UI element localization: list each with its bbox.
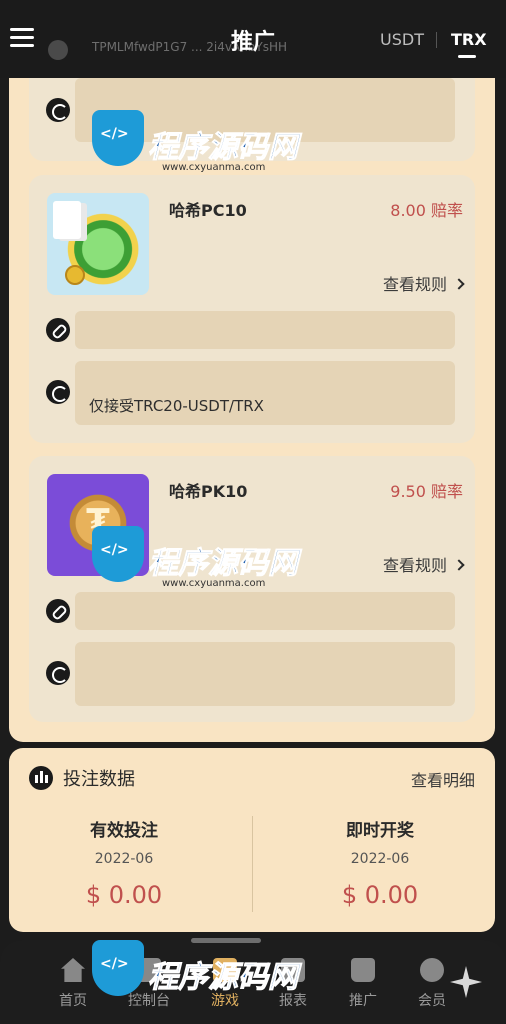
- coin-graphic: [65, 265, 85, 285]
- nav-label: 游戏: [211, 993, 239, 1009]
- wallet-address-field[interactable]: [75, 642, 455, 706]
- bar-chart-icon: [29, 766, 53, 790]
- page-title: 推广: [230, 30, 275, 55]
- stat-amount: $ 0.00: [85, 881, 163, 909]
- promotion-panel: 哈希PC10 8.00 赔率 查看规则 仅接受TRC20-USDT/TRX ₮ …: [9, 78, 495, 742]
- tab-usdt[interactable]: USDT: [380, 30, 424, 49]
- bag-icon: [351, 958, 375, 982]
- drag-handle[interactable]: [191, 938, 261, 943]
- game-card-partial: [29, 78, 475, 161]
- wallet-icon: [46, 98, 70, 122]
- view-details-link[interactable]: 查看明细: [411, 767, 475, 791]
- wallet-address-field[interactable]: [75, 78, 455, 142]
- chevron-right-icon: [453, 559, 465, 571]
- nav-label: 首页: [59, 993, 87, 1009]
- stat-amount: $ 0.00: [341, 881, 419, 909]
- playing-card-graphic: [53, 201, 81, 239]
- wallet-icon: [46, 380, 70, 404]
- promo-link-field[interactable]: [75, 311, 455, 349]
- person-icon: [420, 958, 444, 982]
- nav-item-console[interactable]: 控制台: [114, 958, 184, 1010]
- promo-link-field[interactable]: [75, 592, 455, 630]
- valid-bets-stat: 有效投注 2022-06 $ 0.00: [9, 816, 239, 909]
- instant-draw-stat: 即时开奖 2022-06 $ 0.00: [265, 816, 495, 909]
- game-name: 哈希PK10: [169, 482, 248, 501]
- chart-icon: [281, 958, 305, 982]
- nav-item-member[interactable]: 会员: [397, 958, 467, 1010]
- tab-active-indicator: [458, 55, 476, 58]
- view-rules-label: 查看规则: [382, 275, 447, 294]
- betting-stats-panel: 投注数据 查看明细 有效投注 2022-06 $ 0.00 即时开奖 2022-…: [9, 748, 495, 932]
- stat-date: 2022-06: [350, 851, 410, 867]
- view-rules-button[interactable]: 查看规则: [382, 271, 465, 295]
- view-rules-label: 查看规则: [382, 556, 447, 575]
- nav-label: 会员: [418, 993, 446, 1009]
- wallet-icon: [46, 661, 70, 685]
- top-bar: TPMLMfwdP1G7 ... 2i4vAhbYsHH 推广 USDT TRX: [0, 0, 506, 78]
- nav-item-game[interactable]: 游戏: [190, 958, 260, 1010]
- nav-item-home[interactable]: 首页: [38, 958, 108, 1010]
- pk10-game-thumbnail: ₮: [47, 474, 149, 576]
- nav-item-report[interactable]: 报表: [258, 958, 328, 1010]
- game-name: 哈希PC10: [169, 201, 247, 220]
- wallet-address-field[interactable]: 仅接受TRC20-USDT/TRX: [75, 361, 455, 425]
- stat-date: 2022-06: [94, 851, 154, 867]
- stat-label: 即时开奖: [346, 821, 414, 841]
- nav-label: 推广: [349, 993, 377, 1009]
- pc10-game-thumbnail: [47, 193, 149, 295]
- bottom-nav: 首页 控制台 游戏 报表 推广 会员: [0, 938, 506, 1024]
- tether-coin-icon: ₮: [86, 502, 110, 542]
- game-card-pc10: 哈希PC10 8.00 赔率 查看规则 仅接受TRC20-USDT/TRX: [29, 175, 475, 443]
- chevron-right-icon: [453, 278, 465, 290]
- console-icon: [137, 958, 161, 982]
- stat-label: 有效投注: [90, 821, 158, 841]
- game-icon: [213, 958, 237, 982]
- view-rules-button[interactable]: 查看规则: [382, 552, 465, 576]
- stats-title: 投注数据: [63, 769, 135, 790]
- home-icon: [61, 958, 85, 982]
- game-odds: 8.00 赔率: [390, 201, 463, 220]
- link-icon: [46, 599, 70, 623]
- stats-divider: [252, 816, 253, 912]
- game-card-pk10: ₮ 哈希PK10 9.50 赔率 查看规则: [29, 456, 475, 722]
- tab-divider: [436, 32, 437, 48]
- nav-item-promotion[interactable]: 推广: [328, 958, 398, 1010]
- nav-label: 报表: [279, 993, 307, 1009]
- tab-trx[interactable]: TRX: [451, 30, 487, 49]
- nav-label: 控制台: [128, 993, 170, 1009]
- link-icon: [46, 318, 70, 342]
- game-odds: 9.50 赔率: [390, 482, 463, 501]
